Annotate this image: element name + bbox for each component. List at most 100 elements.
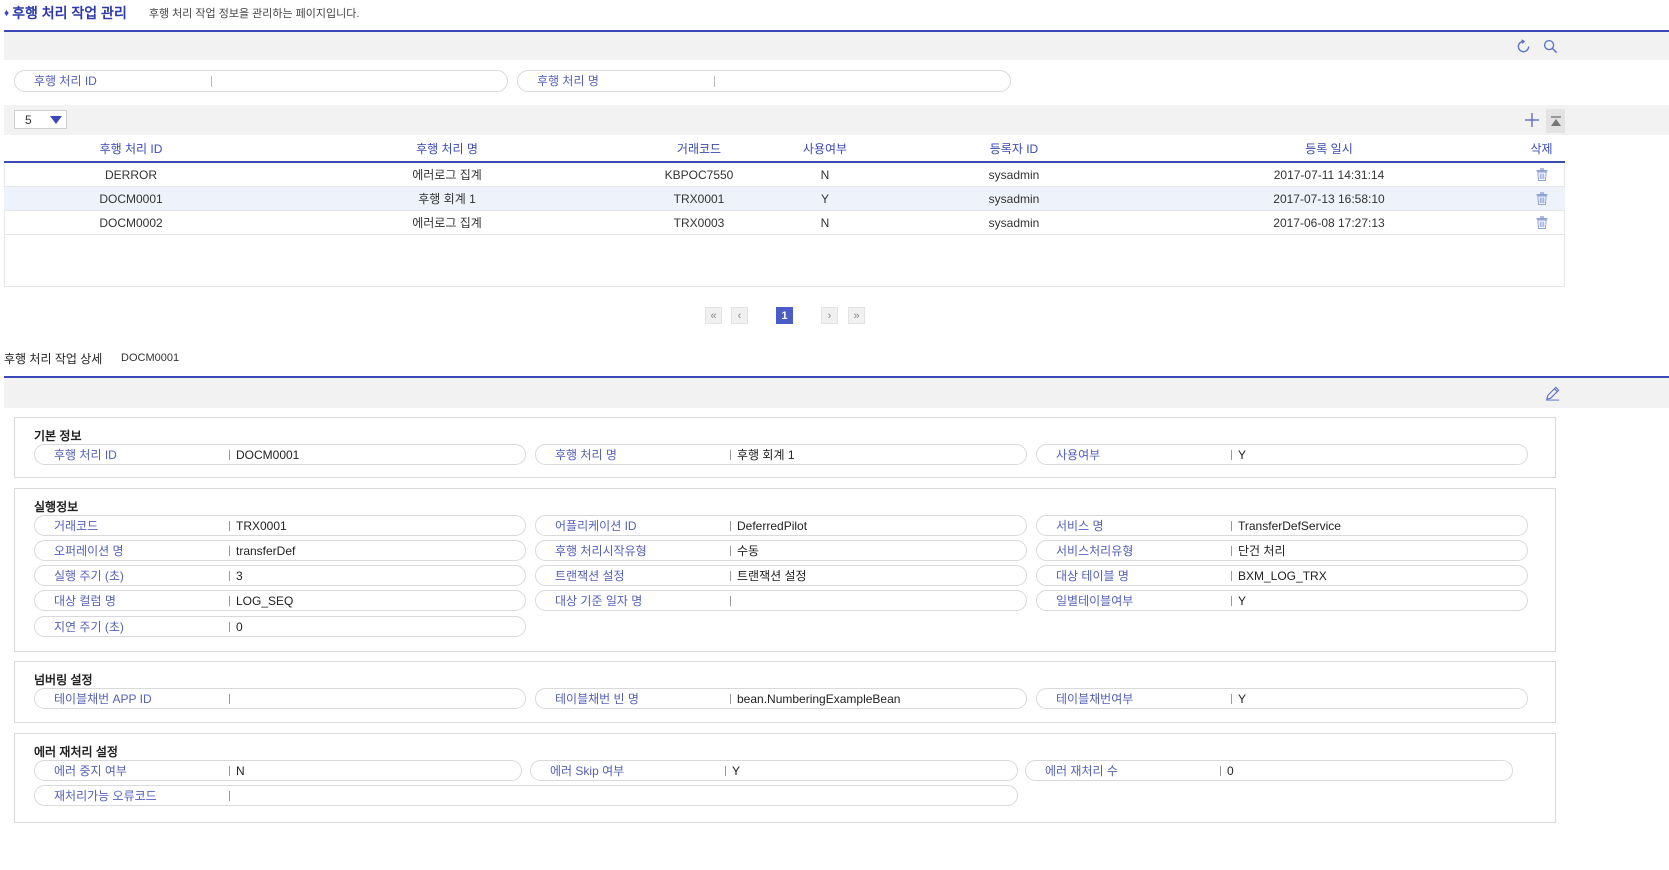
- edit-icon[interactable]: [1543, 384, 1561, 402]
- cell-id: DERROR: [104, 167, 157, 182]
- cell-use: N: [820, 215, 830, 230]
- field-label: 거래코드: [35, 520, 230, 532]
- field-label: 에러 재처리 수: [1026, 765, 1221, 777]
- page-description: 후행 처리 작업 정보을 관리하는 페이지입니다.: [148, 8, 360, 20]
- detail-field: 대상 기준 일자 명: [535, 590, 1027, 611]
- table-row[interactable]: DOCM0001 후행 회계 1 TRX0001 Y sysadmin 2017…: [4, 187, 1565, 211]
- cell-id: DOCM0001: [99, 191, 163, 206]
- search-name-field: 후행 처리 명: [517, 70, 1011, 92]
- pager-page-1[interactable]: 1: [776, 307, 793, 324]
- field-value: Y: [1238, 593, 1247, 608]
- data-grid: 후행 처리 ID 후행 처리 명 거래코드 사용여부 등록자 ID 등록 일시 …: [4, 135, 1565, 235]
- detail-field: 지연 주기 (초) 0: [34, 616, 526, 637]
- refresh-icon[interactable]: [1514, 37, 1532, 55]
- cell-date: 2017-07-11 14:31:14: [1273, 167, 1385, 182]
- field-label: 대상 기준 일자 명: [536, 595, 731, 607]
- field-value: bean.NumberingExampleBean: [737, 691, 901, 706]
- col-header-date[interactable]: 등록 일시: [1140, 135, 1518, 161]
- table-row[interactable]: DOCM0002 에러로그 집계 TRX0003 N sysadmin 2017…: [4, 211, 1565, 235]
- detail-field: 서비스처리유형 단건 처리: [1036, 540, 1528, 561]
- collapse-button[interactable]: [1546, 109, 1565, 133]
- cell-id: DOCM0002: [99, 215, 163, 230]
- detail-field: 재처리가능 오류코드: [34, 785, 1018, 806]
- col-header-delete: 삭제: [1530, 141, 1553, 156]
- field-label: 지연 주기 (초): [35, 621, 230, 633]
- pager-next-button[interactable]: ›: [821, 307, 838, 324]
- field-value: TransferDefService: [1238, 518, 1341, 533]
- detail-field: 어플리케이션 ID DeferredPilot: [535, 515, 1027, 536]
- cell-user: sysadmin: [988, 167, 1040, 182]
- error-retry-section: 에러 재처리 설정 에러 중지 여부 N 에러 Skip 여부 Y 에러 재처리 수…: [14, 733, 1556, 823]
- field-label: 에러 중지 여부: [35, 765, 230, 777]
- detail-field: 실행 주기 (초) 3: [34, 565, 526, 586]
- grid-header: 후행 처리 ID 후행 처리 명 거래코드 사용여부 등록자 ID 등록 일시 …: [4, 135, 1565, 163]
- page-title: 후행 처리 작업 관리: [12, 5, 127, 21]
- field-label: 대상 테이블 명: [1037, 570, 1232, 582]
- dropdown-arrow-icon: [50, 116, 62, 124]
- field-label: 테이블채번여부: [1037, 693, 1232, 705]
- col-header-id[interactable]: 후행 처리 ID: [4, 135, 258, 161]
- detail-field: 에러 Skip 여부 Y: [530, 760, 1018, 781]
- field-value: Y: [732, 763, 741, 778]
- cell-use: Y: [820, 191, 829, 206]
- page-header: ♦ 후행 처리 작업 관리 후행 처리 작업 정보을 관리하는 페이지입니다.: [4, 4, 359, 22]
- exec-info-title: 실행정보: [34, 500, 79, 514]
- search-name-label: 후행 처리 명: [518, 75, 715, 87]
- field-label: 오퍼레이션 명: [35, 545, 230, 557]
- add-icon[interactable]: [1523, 111, 1541, 129]
- diamond-icon: ♦: [4, 7, 10, 19]
- field-value: N: [236, 763, 245, 778]
- col-header-user[interactable]: 등록자 ID: [888, 135, 1140, 161]
- field-value: 0: [236, 619, 243, 634]
- search-name-input[interactable]: [723, 72, 1010, 90]
- search-id-field: 후행 처리 ID: [14, 70, 508, 92]
- basic-info-title: 기본 정보: [34, 429, 82, 443]
- col-header-name[interactable]: 후행 처리 명: [258, 135, 636, 161]
- field-label: 어플리케이션 ID: [536, 520, 731, 532]
- numbering-title: 넘버링 설정: [34, 673, 93, 687]
- pager-first-button[interactable]: «: [705, 307, 722, 324]
- detail-field: 서비스 명 TransferDefService: [1036, 515, 1528, 536]
- error-retry-title: 에러 재처리 설정: [34, 745, 118, 759]
- detail-field: 트랜잭션 설정 트랜잭션 설정: [535, 565, 1027, 586]
- field-label: 대상 컬럼 명: [35, 595, 230, 607]
- field-value: DeferredPilot: [737, 518, 808, 533]
- field-label: 서비스 명: [1037, 520, 1232, 532]
- cell-user: sysadmin: [988, 215, 1040, 230]
- page-size-select[interactable]: 5: [14, 110, 67, 129]
- field-value: Y: [1238, 691, 1247, 706]
- cell-code: KBPOC7550: [664, 167, 734, 182]
- basic-info-section: 기본 정보 후행 처리 ID DOCM0001 후행 처리 명 후행 회계 1 …: [14, 417, 1556, 478]
- field-value: Y: [1238, 447, 1247, 462]
- col-header-use[interactable]: 사용여부: [762, 135, 888, 161]
- cell-use: N: [820, 167, 830, 182]
- pager-last-button[interactable]: »: [848, 307, 865, 324]
- search-icon[interactable]: [1541, 37, 1559, 55]
- field-label: 일별테이블여부: [1037, 595, 1232, 607]
- delete-button[interactable]: [1518, 163, 1565, 186]
- detail-field: 후행 처리시작유형 수동: [535, 540, 1027, 561]
- detail-field: 대상 컬럼 명 LOG_SEQ: [34, 590, 526, 611]
- trash-icon: [1536, 168, 1547, 181]
- field-label: 트랜잭션 설정: [536, 570, 731, 582]
- pager-prev-button[interactable]: ‹: [731, 307, 748, 324]
- page-size-value: 5: [25, 112, 32, 127]
- col-header-code[interactable]: 거래코드: [636, 135, 762, 161]
- field-label: 재처리가능 오류코드: [35, 790, 230, 802]
- delete-button[interactable]: [1518, 187, 1565, 210]
- cell-code: TRX0003: [673, 215, 725, 230]
- delete-button[interactable]: [1518, 211, 1565, 234]
- field-label: 에러 Skip 여부: [531, 765, 726, 777]
- detail-selected-id: DOCM0001: [121, 352, 180, 364]
- field-value: 트랜잭션 설정: [737, 569, 807, 583]
- grid-toolbar: [4, 105, 1669, 135]
- field-value: DOCM0001: [236, 447, 300, 462]
- field-value: 단건 처리: [1238, 544, 1286, 558]
- cell-name: 에러로그 집계: [412, 168, 482, 182]
- table-row[interactable]: DERROR 에러로그 집계 KBPOC7550 N sysadmin 2017…: [4, 163, 1565, 187]
- cell-date: 2017-06-08 17:27:13: [1273, 215, 1385, 230]
- detail-field: 후행 처리 ID DOCM0001: [34, 444, 526, 465]
- search-id-input[interactable]: [220, 72, 507, 90]
- field-value: 후행 회계 1: [737, 448, 795, 462]
- detail-field: 테이블채번 APP ID: [34, 688, 526, 709]
